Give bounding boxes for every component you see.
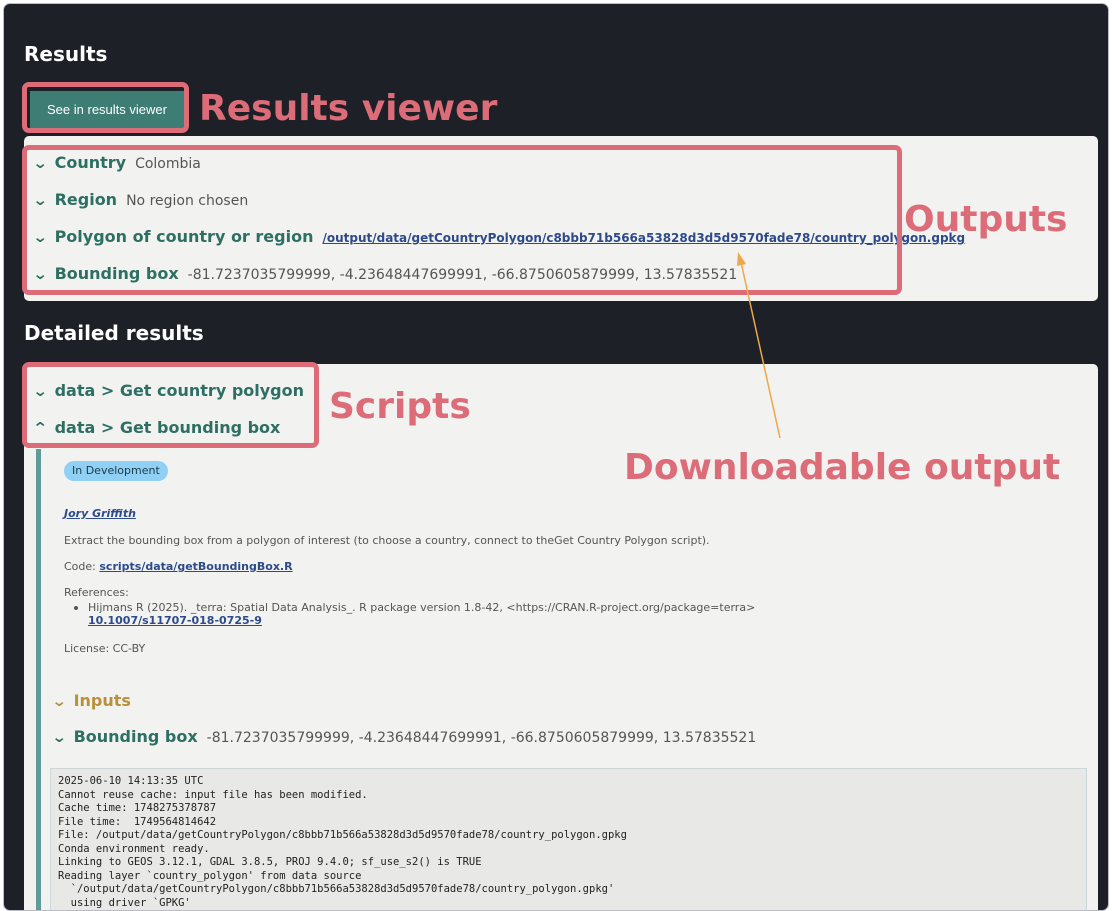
- annotation-arrow: [737, 252, 781, 439]
- app-window: Results See in results viewer ⌄ Country …: [3, 3, 1109, 911]
